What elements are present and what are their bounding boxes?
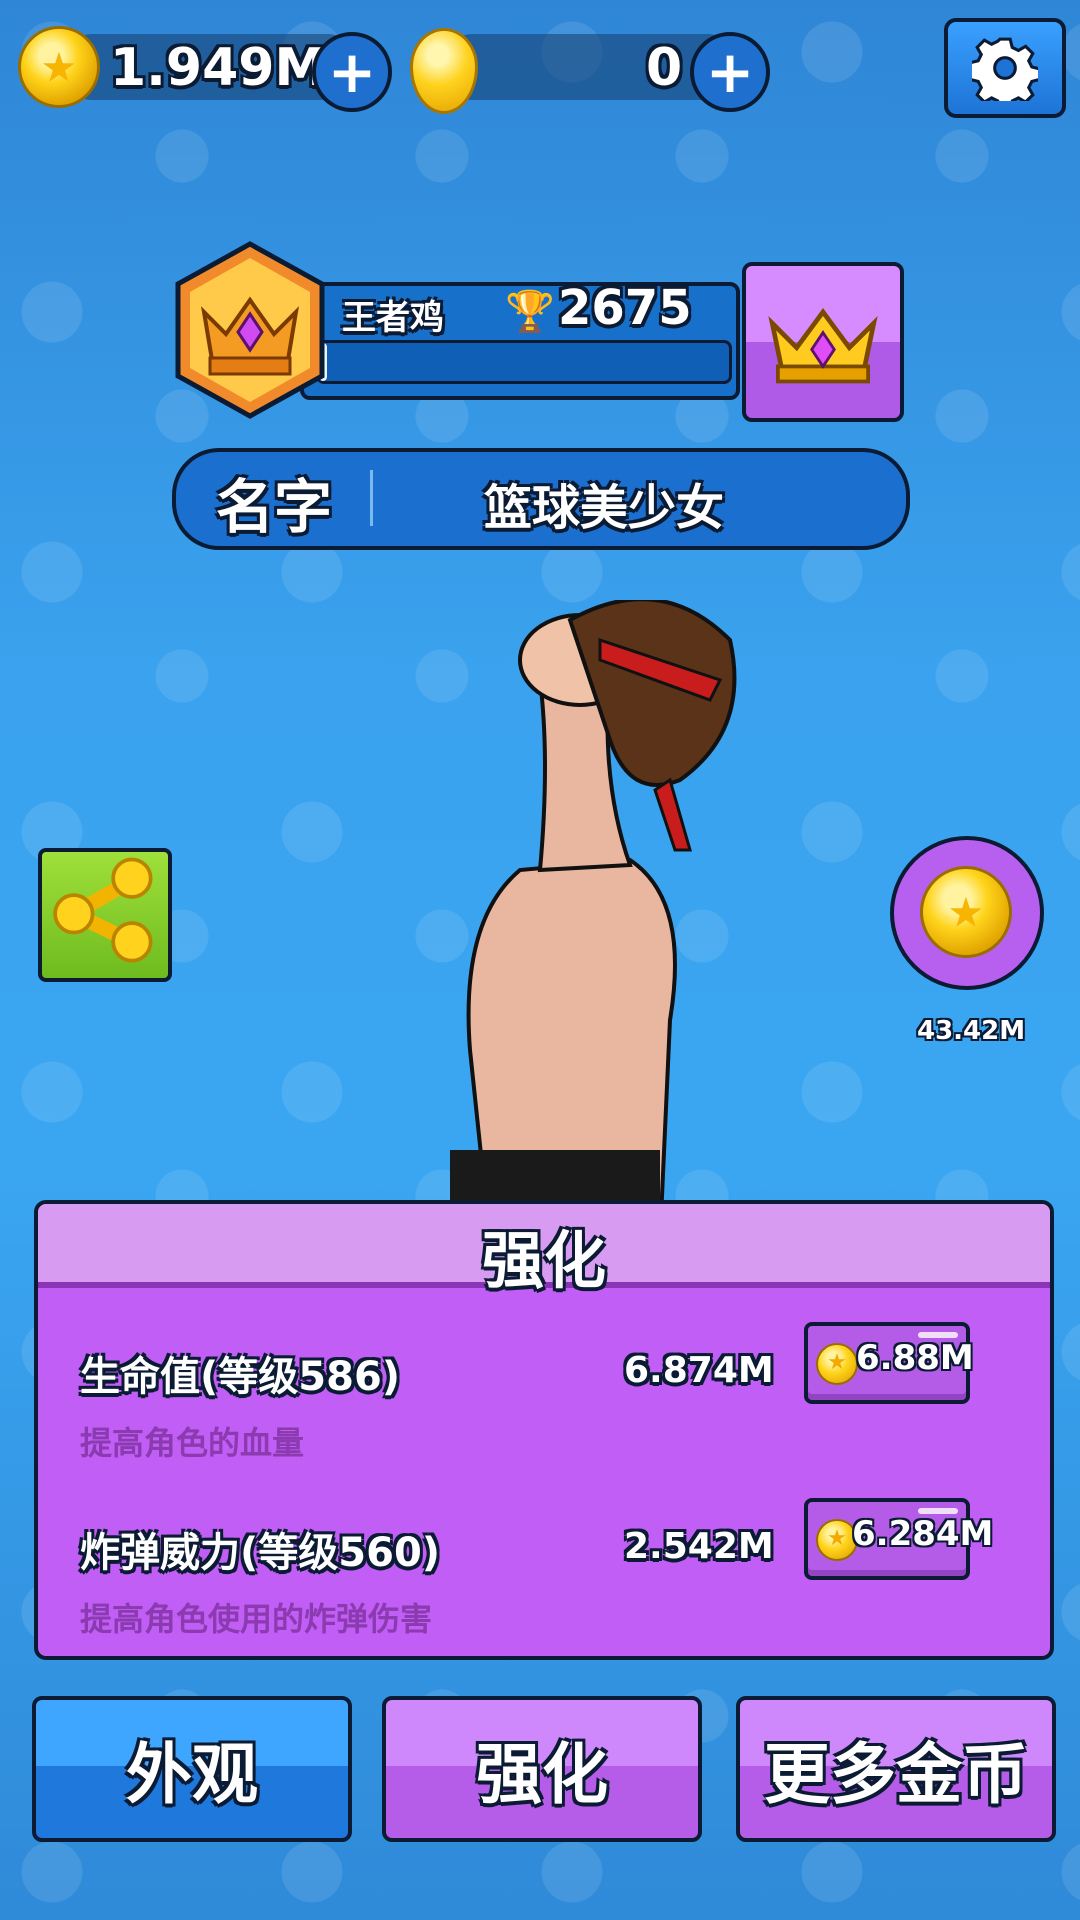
player-character (450, 600, 737, 1200)
upgrade-item-name: 生命值(等级586) (80, 1354, 401, 1400)
trophy-icon: 🏆 (505, 289, 555, 335)
trophy-count: 2675 (558, 280, 692, 336)
upgrade-item-name: 炸弹威力(等级560) (80, 1530, 441, 1576)
tab-appearance[interactable]: 外观 (32, 1696, 352, 1842)
player-name[interactable]: 篮球美少女 (484, 468, 724, 538)
upgrade-cost: 6.88M (856, 1338, 974, 1378)
coin-icon: ★ (920, 866, 1012, 958)
share-icon (53, 857, 153, 963)
name-divider (370, 470, 373, 526)
upgrade-item-description: 提高角色使用的炸弹伤害 (80, 1600, 433, 1638)
rank-badge-icon (175, 241, 325, 419)
coin-reward-value: 43.42M (917, 1016, 1026, 1046)
upgrade-bomb-button[interactable]: ★ 6.284M (804, 1498, 993, 1580)
coin-icon: ★ (18, 26, 100, 108)
upgrade-panel-title: 强化 (481, 1224, 606, 1297)
upgrade-item-value: 2.542M (624, 1526, 774, 1567)
settings-button[interactable] (944, 18, 1066, 118)
rank-progress-bar (316, 340, 732, 384)
gem-value: 0 (646, 38, 683, 98)
upgrade-panel: 强化 生命值(等级586) 提高角色的血量 6.874M ★ 6.88M 炸弹威… (34, 1200, 1054, 1660)
coin-icon: ★ (816, 1343, 858, 1385)
rank-title: 王者鸡 (342, 298, 444, 338)
share-button[interactable] (38, 848, 172, 982)
tab-upgrade[interactable]: 强化 (382, 1696, 702, 1842)
rank-crown-button[interactable] (742, 262, 904, 422)
add-gem-button[interactable]: + (690, 32, 770, 112)
upgrade-item-description: 提高角色的血量 (80, 1424, 305, 1462)
add-gold-button[interactable]: + (312, 32, 392, 112)
upgrade-item-value: 6.874M (624, 1350, 774, 1391)
upgrade-cost: 6.284M (852, 1514, 994, 1554)
tab-more-coins[interactable]: 更多金币 (736, 1696, 1056, 1842)
gold-coin-value: 1.949M (110, 38, 327, 98)
crown-icon (768, 307, 878, 384)
gear-icon (972, 37, 1038, 101)
upgrade-health-button[interactable]: ★ 6.88M (804, 1322, 974, 1404)
name-label: 名字 (216, 473, 333, 541)
coin-reward-button[interactable]: ★ (890, 836, 1044, 990)
